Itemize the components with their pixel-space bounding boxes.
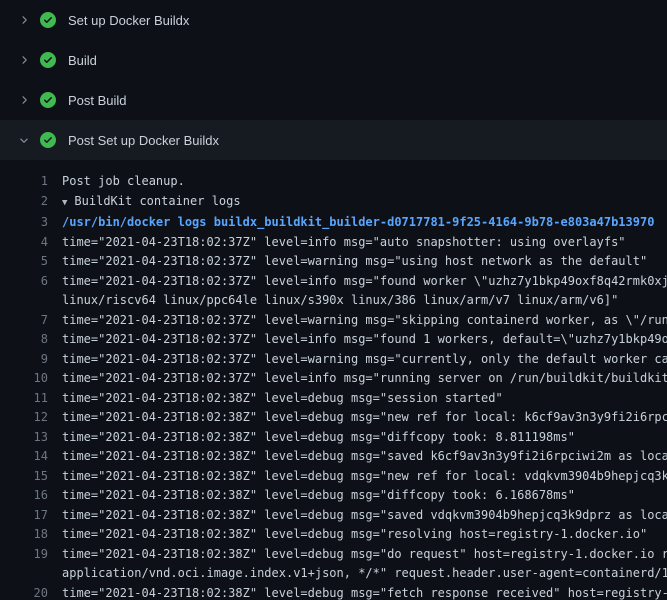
line-text: time="2021-04-23T18:02:37Z" level=info m… — [62, 272, 667, 292]
log-line: 12 time="2021-04-23T18:02:38Z" level=deb… — [0, 408, 667, 428]
line-number[interactable]: 11 — [0, 389, 48, 409]
log-line: 11 time="2021-04-23T18:02:38Z" level=deb… — [0, 389, 667, 409]
log-line: 16 time="2021-04-23T18:02:38Z" level=deb… — [0, 486, 667, 506]
log-line: 13 time="2021-04-23T18:02:38Z" level=deb… — [0, 428, 667, 448]
line-text: time="2021-04-23T18:02:38Z" level=debug … — [62, 408, 667, 428]
log-line: 4 time="2021-04-23T18:02:37Z" level=info… — [0, 233, 667, 253]
line-text: time="2021-04-23T18:02:38Z" level=debug … — [62, 447, 667, 467]
log-line: application/vnd.oci.image.index.v1+json,… — [0, 564, 667, 584]
line-number[interactable]: 4 — [0, 233, 48, 253]
check-circle-icon — [40, 132, 56, 148]
check-circle-icon — [40, 52, 56, 68]
line-text: time="2021-04-23T18:02:38Z" level=debug … — [62, 584, 667, 600]
step-header[interactable]: Post Build — [0, 80, 667, 120]
log-line: 2 ▼ BuildKit container logs — [0, 192, 667, 214]
line-text: time="2021-04-23T18:02:37Z" level=warnin… — [62, 252, 647, 272]
log-line: 15 time="2021-04-23T18:02:38Z" level=deb… — [0, 467, 667, 487]
log-line: 5 time="2021-04-23T18:02:37Z" level=warn… — [0, 252, 667, 272]
log-line: 18 time="2021-04-23T18:02:38Z" level=deb… — [0, 525, 667, 545]
line-text: time="2021-04-23T18:02:38Z" level=debug … — [62, 467, 667, 487]
line-text: Post job cleanup. — [62, 172, 185, 192]
line-text: time="2021-04-23T18:02:37Z" level=info m… — [62, 330, 667, 350]
line-number[interactable]: 5 — [0, 252, 48, 272]
line-number[interactable]: 19 — [0, 545, 48, 565]
step-header[interactable]: Post Set up Docker Buildx — [0, 120, 667, 160]
chevron-right-icon — [16, 92, 32, 108]
line-number[interactable]: 2 — [0, 192, 48, 212]
log-line: 6 time="2021-04-23T18:02:37Z" level=info… — [0, 272, 667, 292]
line-number[interactable]: 10 — [0, 369, 48, 389]
line-number[interactable]: 17 — [0, 506, 48, 526]
step-header[interactable]: Set up Docker Buildx — [0, 0, 667, 40]
log-line: 20 time="2021-04-23T18:02:38Z" level=deb… — [0, 584, 667, 600]
line-number[interactable]: 7 — [0, 311, 48, 331]
line-text: time="2021-04-23T18:02:38Z" level=debug … — [62, 428, 575, 448]
line-text: time="2021-04-23T18:02:37Z" level=warnin… — [62, 350, 667, 370]
group-label[interactable]: BuildKit container logs — [74, 194, 240, 208]
line-number[interactable]: 13 — [0, 428, 48, 448]
log-line: 8 time="2021-04-23T18:02:37Z" level=info… — [0, 330, 667, 350]
line-number[interactable]: 14 — [0, 447, 48, 467]
chevron-down-icon — [16, 132, 32, 148]
log-lines: 1 Post job cleanup. 2 ▼ BuildKit containe… — [0, 160, 667, 600]
line-number[interactable]: 18 — [0, 525, 48, 545]
line-text: /usr/bin/docker logs buildx_buildkit_bui… — [62, 213, 654, 233]
line-text: ▼ BuildKit container logs — [62, 192, 241, 214]
log-line: 17 time="2021-04-23T18:02:38Z" level=deb… — [0, 506, 667, 526]
line-text: time="2021-04-23T18:02:38Z" level=debug … — [62, 525, 647, 545]
line-number[interactable]: 15 — [0, 467, 48, 487]
log-line: 14 time="2021-04-23T18:02:38Z" level=deb… — [0, 447, 667, 467]
step-label: Post Build — [68, 93, 127, 108]
line-number[interactable]: 9 — [0, 350, 48, 370]
step-label: Set up Docker Buildx — [68, 13, 189, 28]
line-number[interactable]: 20 — [0, 584, 48, 600]
step-label: Post Set up Docker Buildx — [68, 133, 219, 148]
log-line: 19 time="2021-04-23T18:02:38Z" level=deb… — [0, 545, 667, 565]
chevron-right-icon — [16, 12, 32, 28]
check-circle-icon — [40, 12, 56, 28]
step-label: Build — [68, 53, 97, 68]
line-text: time="2021-04-23T18:02:37Z" level=warnin… — [62, 311, 667, 331]
line-text: time="2021-04-23T18:02:37Z" level=info m… — [62, 233, 626, 253]
group-toggle-icon[interactable]: ▼ — [62, 198, 67, 208]
line-text: linux/riscv64 linux/ppc64le linux/s390x … — [62, 291, 618, 311]
log-line: 3 /usr/bin/docker logs buildx_buildkit_b… — [0, 213, 667, 233]
log-line: 9 time="2021-04-23T18:02:37Z" level=warn… — [0, 350, 667, 370]
log-line: linux/riscv64 linux/ppc64le linux/s390x … — [0, 291, 667, 311]
line-number[interactable]: 16 — [0, 486, 48, 506]
line-text: time="2021-04-23T18:02:38Z" level=debug … — [62, 389, 503, 409]
line-text: application/vnd.oci.image.index.v1+json,… — [62, 564, 667, 584]
steps-list: Set up Docker Buildx Build Post Build Po… — [0, 0, 667, 160]
line-number[interactable]: 8 — [0, 330, 48, 350]
actions-log-viewer: Set up Docker Buildx Build Post Build Po… — [0, 0, 667, 600]
line-text: time="2021-04-23T18:02:38Z" level=debug … — [62, 545, 667, 565]
log-line: 1 Post job cleanup. — [0, 172, 667, 192]
check-circle-icon — [40, 92, 56, 108]
chevron-right-icon — [16, 52, 32, 68]
step-header[interactable]: Build — [0, 40, 667, 80]
log-line: 10 time="2021-04-23T18:02:37Z" level=inf… — [0, 369, 667, 389]
line-number[interactable]: 12 — [0, 408, 48, 428]
line-number[interactable]: 6 — [0, 272, 48, 292]
line-number[interactable]: 3 — [0, 213, 48, 233]
line-text: time="2021-04-23T18:02:38Z" level=debug … — [62, 486, 575, 506]
line-text: time="2021-04-23T18:02:38Z" level=debug … — [62, 506, 667, 526]
line-number[interactable]: 1 — [0, 172, 48, 192]
log-line: 7 time="2021-04-23T18:02:37Z" level=warn… — [0, 311, 667, 331]
line-text: time="2021-04-23T18:02:37Z" level=info m… — [62, 369, 667, 389]
